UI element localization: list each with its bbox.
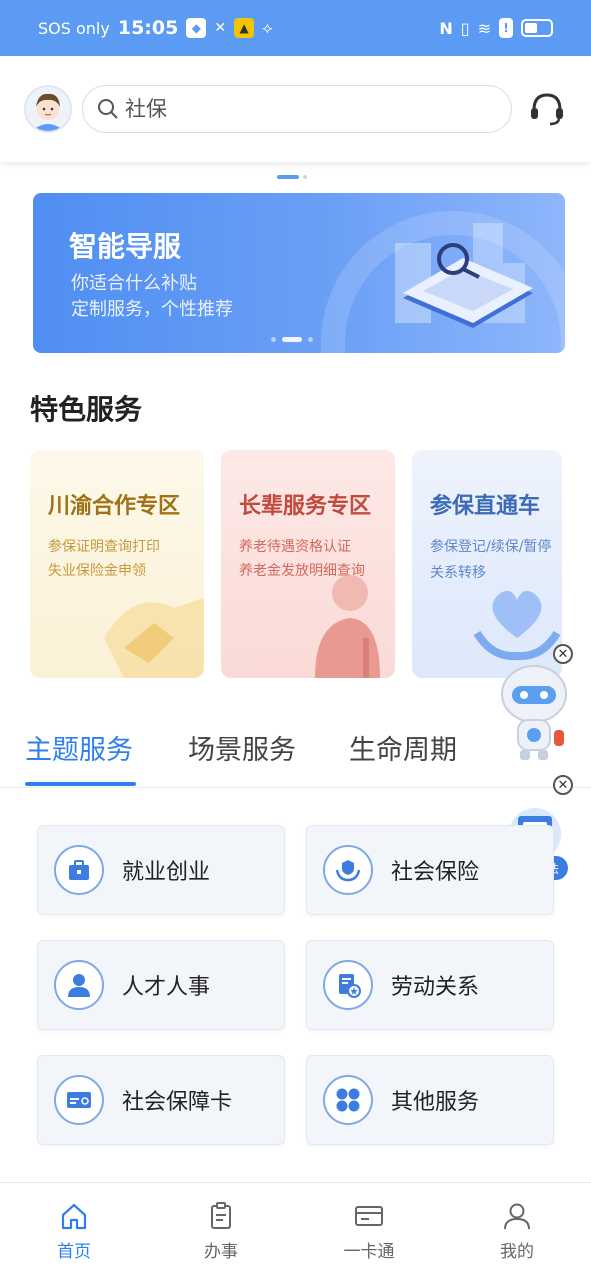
tab-life-cycle[interactable]: 生命周期	[349, 728, 457, 767]
home-icon	[61, 1203, 87, 1230]
card-icon	[355, 1206, 383, 1226]
featured-section-title: 特色服务	[30, 393, 143, 426]
link-icon: ⟡	[262, 18, 273, 37]
banner-subtitle-1: 你适合什么补贴	[71, 273, 197, 294]
featured-card-title: 长辈服务专区	[239, 494, 372, 519]
nav-one-card[interactable]: 一卡通	[329, 1201, 409, 1262]
nav-home[interactable]: 首页	[34, 1201, 114, 1262]
featured-card-insurance-express[interactable]: 参保直通车 参保登记/续保/暂停 关系转移	[412, 450, 562, 678]
featured-card-line: 养老待遇资格认证	[239, 539, 351, 555]
nav-services[interactable]: 办事	[181, 1201, 261, 1262]
briefcase-icon	[54, 845, 104, 895]
insurance-hands-icon	[323, 845, 373, 895]
status-bar: SOS only 15:05 ◆ ✕ ▲ ⟡ N ▯ ≋ !	[0, 0, 591, 56]
smart-guide-banner[interactable]: 智能导服 你适合什么补贴 定制服务，个性推荐	[33, 193, 565, 353]
banner-subtitle-2: 定制服务，个性推荐	[71, 299, 233, 320]
featured-card-title: 川渝合作专区	[48, 494, 181, 519]
service-label: 劳动关系	[391, 975, 480, 1000]
search-bar[interactable]	[82, 85, 512, 133]
shield-icon: ◆	[186, 18, 207, 38]
service-label: 其他服务	[391, 1090, 480, 1115]
nfc-icon: N	[439, 18, 453, 38]
person-icon	[54, 960, 104, 1010]
banner-carousel-dots	[271, 337, 313, 342]
avatar[interactable]	[24, 85, 72, 133]
top-header	[0, 56, 591, 162]
bottom-navigation: 首页 办事 一卡通 我的	[0, 1182, 591, 1280]
active-tab-indicator	[25, 782, 136, 786]
nav-label: 我的	[500, 1242, 534, 1262]
carrier-text: SOS only	[38, 18, 110, 38]
service-social-insurance[interactable]: 社会保险	[306, 825, 554, 915]
alert-icon: !	[499, 18, 513, 38]
featured-card-title: 参保直通车	[430, 494, 541, 519]
featured-card-line: 参保证明查询打印	[48, 539, 160, 555]
clipboard-icon	[211, 1202, 231, 1229]
document-star-icon	[323, 960, 373, 1010]
service-tabs: 主题服务 场景服务 生命周期	[0, 720, 591, 788]
customer-service-button[interactable]	[527, 89, 567, 129]
avatar-face-icon	[26, 87, 70, 131]
app-notification-icon: ▲	[234, 18, 255, 38]
service-talent-personnel[interactable]: 人才人事	[37, 940, 285, 1030]
search-input[interactable]	[125, 97, 465, 121]
page-indicator	[277, 175, 307, 179]
service-employment[interactable]: 就业创业	[37, 825, 285, 915]
nav-label: 一卡通	[343, 1242, 395, 1262]
service-labor-relations[interactable]: 劳动关系	[306, 940, 554, 1030]
featured-card-line: 参保登记/续保/暂停	[430, 539, 552, 555]
search-icon	[98, 99, 118, 119]
featured-card-chuanyu[interactable]: 川渝合作专区 参保证明查询打印 失业保险金申领	[30, 450, 204, 678]
service-label: 就业创业	[122, 860, 211, 885]
service-label: 社会保障卡	[122, 1090, 233, 1115]
nav-label: 首页	[57, 1242, 91, 1262]
user-icon	[504, 1203, 530, 1230]
grid-icon	[323, 1075, 373, 1125]
elderly-person-icon	[315, 575, 380, 678]
law-close-button[interactable]: ✕	[553, 775, 573, 795]
card-icon	[54, 1075, 104, 1125]
tab-scene-services[interactable]: 场景服务	[188, 728, 296, 767]
tab-theme-services[interactable]: 主题服务	[25, 728, 133, 767]
close-circle-icon: ✕	[214, 20, 227, 36]
service-social-security-card[interactable]: 社会保障卡	[37, 1055, 285, 1145]
handshake-icon	[104, 598, 204, 678]
nav-label: 办事	[204, 1242, 238, 1262]
service-other[interactable]: 其他服务	[306, 1055, 554, 1145]
battery-icon	[521, 19, 553, 37]
vibrate-icon: ▯	[460, 18, 470, 38]
headset-icon	[531, 93, 563, 126]
nav-mine[interactable]: 我的	[477, 1201, 557, 1262]
banner-title: 智能导服	[69, 230, 182, 263]
clock: 15:05	[117, 17, 179, 39]
wifi-icon: ≋	[477, 18, 491, 38]
service-label: 社会保险	[391, 860, 480, 885]
service-label: 人才人事	[122, 975, 211, 1000]
featured-card-elderly[interactable]: 长辈服务专区 养老待遇资格认证 养老金发放明细查询	[221, 450, 395, 678]
